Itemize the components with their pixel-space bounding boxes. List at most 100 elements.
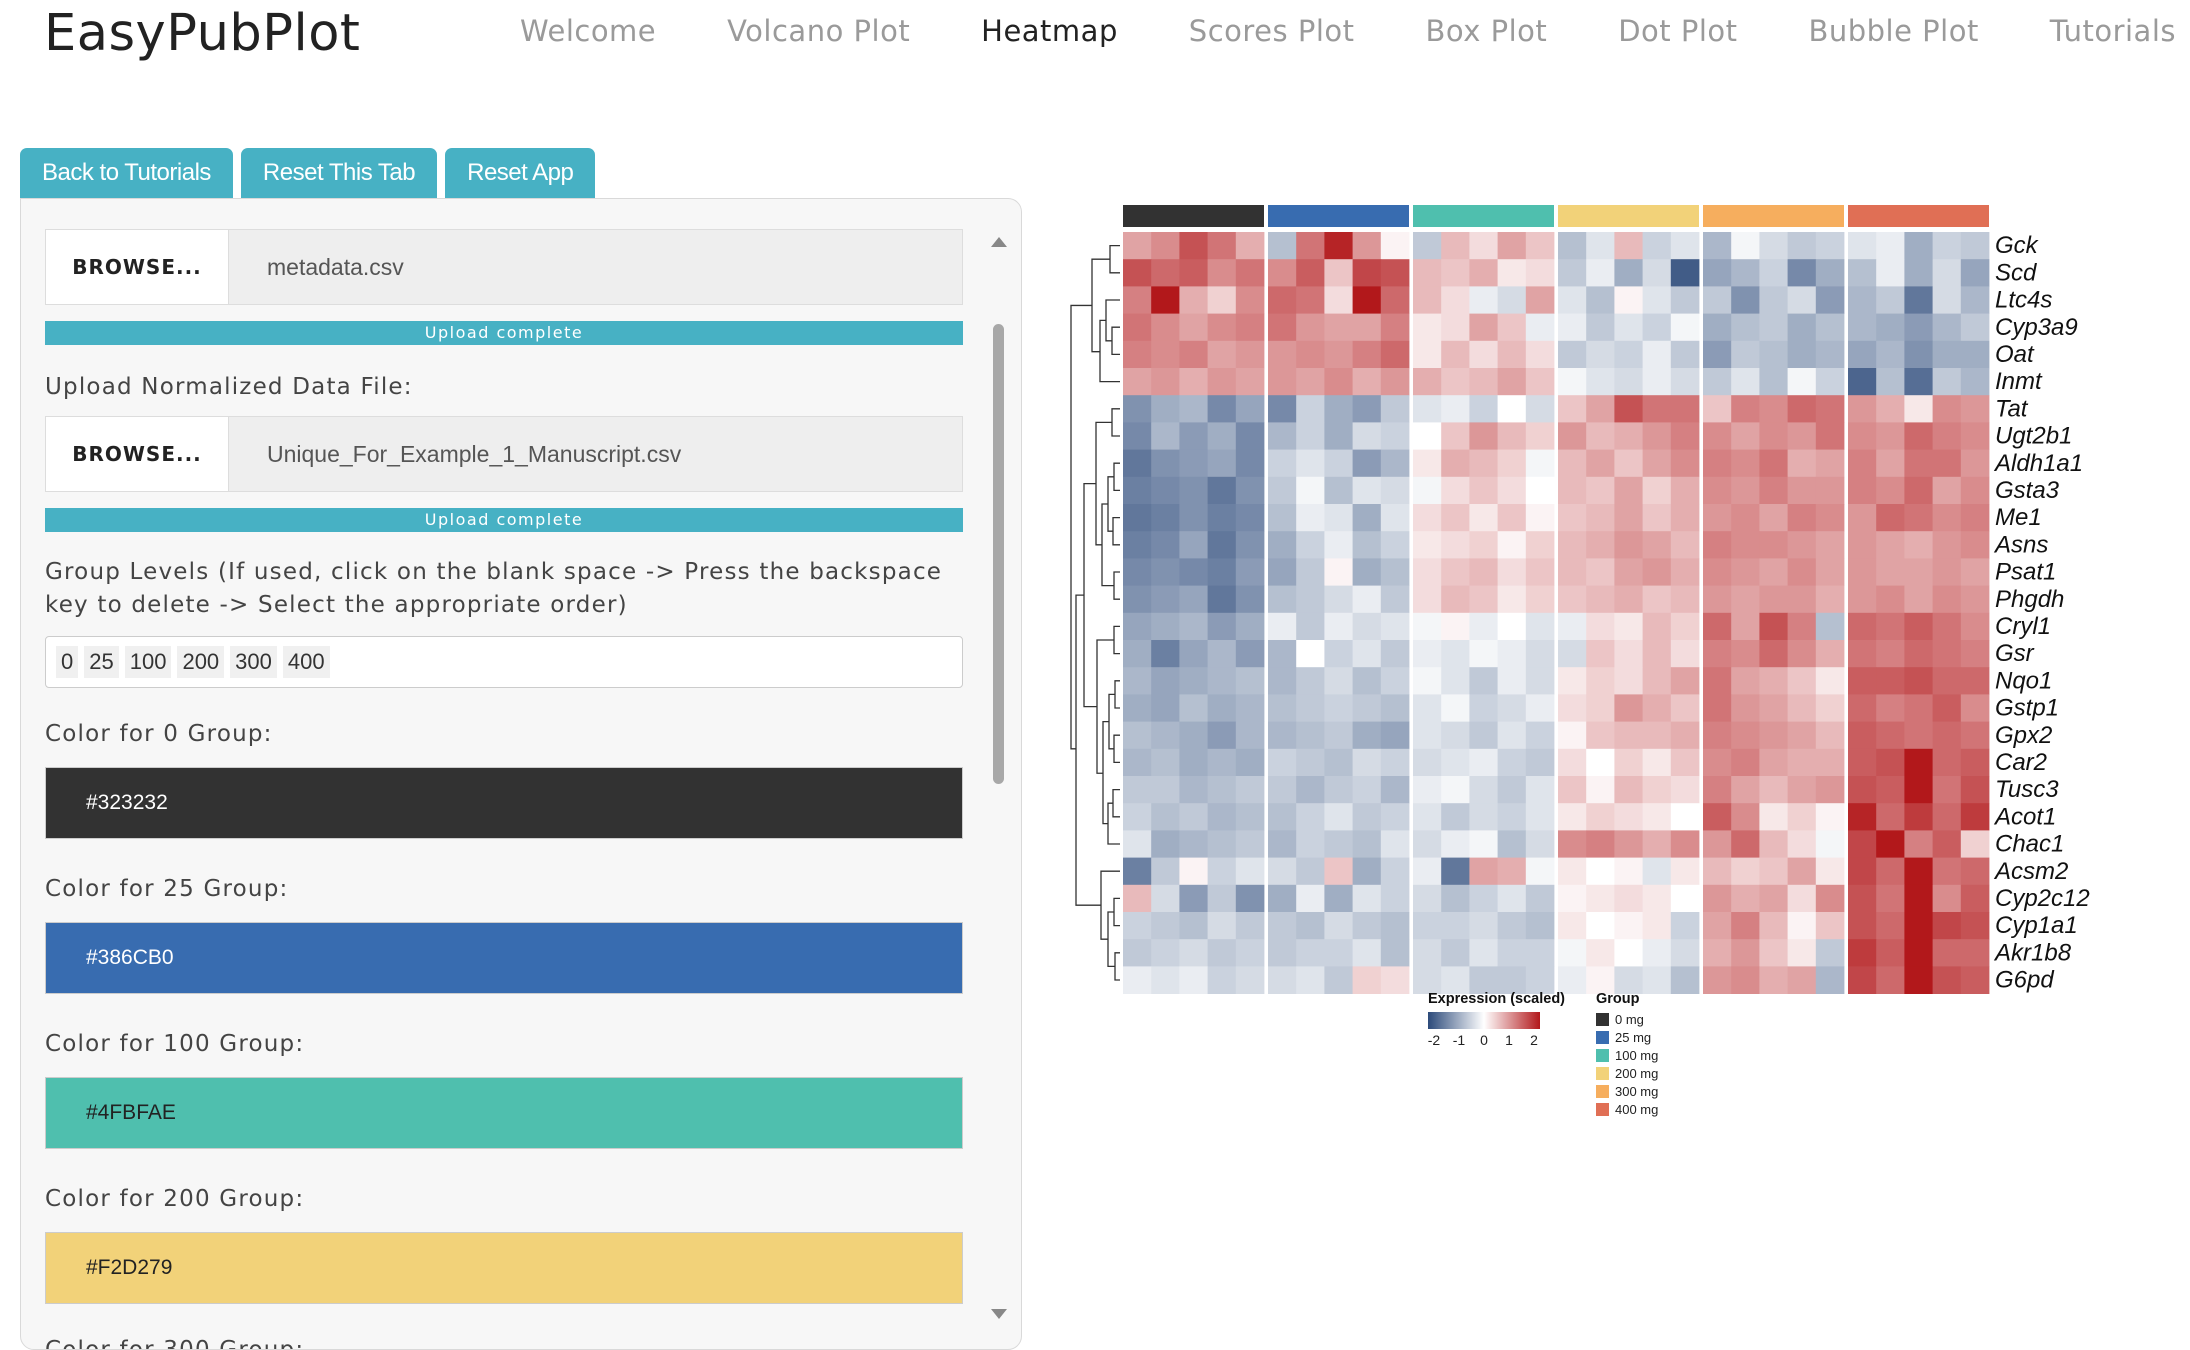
group-level-chip[interactable]: 25	[84, 646, 119, 678]
data-filename[interactable]: Unique_For_Example_1_Manuscript.csv	[229, 417, 962, 491]
heatmap-cell	[1731, 803, 1760, 831]
scroll-down-arrow-icon[interactable]	[991, 1309, 1007, 1319]
heatmap-cell	[1123, 286, 1152, 314]
heatmap-cell	[1815, 748, 1845, 777]
heatmap-cell	[1497, 531, 1527, 559]
nav-tab-volcano-plot[interactable]: Volcano Plot	[727, 14, 910, 48]
heatmap-cell	[1413, 966, 1442, 994]
heatmap-cell	[1207, 531, 1237, 559]
heatmap-cell	[1441, 966, 1470, 994]
heatmap-cell	[1960, 694, 1990, 722]
scrollbar-thumb[interactable]	[993, 324, 1004, 784]
group-level-chip[interactable]: 200	[177, 646, 225, 678]
heatmap-cell	[1441, 585, 1470, 614]
heatmap-cell	[1614, 476, 1643, 505]
heatmap-cell	[1296, 721, 1325, 750]
dendrogram-branch	[1107, 802, 1120, 845]
heatmap-cell	[1151, 667, 1180, 695]
heatmap-cell	[1525, 449, 1555, 478]
gene-label: Gsta3	[1995, 477, 2060, 504]
panel-scrollbar[interactable]	[991, 229, 1007, 1329]
heatmap-cell	[1670, 368, 1700, 396]
heatmap-cell	[1324, 449, 1353, 478]
nav-tab-scores-plot[interactable]: Scores Plot	[1189, 14, 1355, 48]
heatmap-cell	[1352, 259, 1382, 287]
nav-tab-dot-plot[interactable]: Dot Plot	[1618, 14, 1737, 48]
heatmap-cell	[1151, 286, 1180, 314]
heatmap-cell	[1441, 531, 1470, 559]
group-levels-select[interactable]: 0 25 100 200 300 400	[45, 636, 963, 688]
color-picker-input[interactable]: #4FBFAE	[45, 1077, 963, 1149]
scroll-up-arrow-icon[interactable]	[991, 237, 1007, 247]
heatmap-cell	[1525, 912, 1555, 940]
heatmap-cell	[1268, 476, 1297, 505]
heatmap-cell	[1558, 612, 1587, 641]
heatmap-cell	[1441, 422, 1470, 450]
heatmap-cell	[1759, 748, 1788, 777]
metadata-browse-button[interactable]: BROWSE...	[46, 230, 229, 304]
back-to-tutorials-button[interactable]: Back to Tutorials	[20, 148, 233, 198]
heatmap-cell	[1497, 395, 1527, 423]
reset-app-button[interactable]: Reset App	[445, 148, 596, 198]
nav-tab-welcome[interactable]: Welcome	[520, 14, 656, 48]
heatmap-cell	[1352, 966, 1382, 994]
heatmap-cell	[1759, 694, 1788, 722]
nav-tab-box-plot[interactable]: Box Plot	[1425, 14, 1547, 48]
metadata-filename[interactable]: metadata.csv	[229, 230, 962, 304]
group-level-chip[interactable]: 300	[230, 646, 277, 678]
heatmap-cell	[1642, 966, 1672, 994]
heatmap-cell	[1642, 476, 1672, 505]
heatmap-cell	[1848, 776, 1877, 804]
heatmap-cell	[1352, 640, 1382, 668]
group-level-chip[interactable]: 0	[56, 646, 79, 678]
heatmap-cell	[1469, 313, 1498, 342]
heatmap-cell	[1670, 857, 1700, 886]
heatmap-cell	[1268, 912, 1297, 940]
heatmap-cell	[1324, 422, 1353, 450]
heatmap-cell	[1586, 640, 1615, 668]
heatmap-cell	[1235, 939, 1265, 967]
heatmap-cell	[1525, 776, 1555, 804]
heatmap-cell	[1614, 313, 1643, 342]
heatmap-cell	[1497, 612, 1527, 641]
color-picker-input[interactable]: #386CB0	[45, 922, 963, 994]
heatmap-cell	[1904, 232, 1933, 260]
nav-tab-bubble-plot[interactable]: Bubble Plot	[1808, 14, 1978, 48]
heatmap-cell	[1670, 776, 1700, 804]
heatmap-cell	[1558, 449, 1587, 478]
heatmap-cell	[1380, 803, 1410, 831]
heatmap-cell	[1413, 694, 1442, 722]
heatmap-cell	[1268, 612, 1297, 641]
nav-tab-heatmap[interactable]: Heatmap	[981, 14, 1118, 48]
heatmap-cell	[1380, 912, 1410, 940]
heatmap-cell	[1876, 476, 1905, 505]
heatmap-cell	[1268, 585, 1297, 614]
heatmap-cell	[1586, 748, 1615, 777]
heatmap-cell	[1497, 259, 1527, 287]
heatmap-cell	[1525, 558, 1555, 586]
color-label: Color for 200 Group:	[45, 1186, 305, 1212]
heatmap-cell	[1123, 640, 1152, 668]
heatmap-cell	[1848, 232, 1877, 260]
heatmap-cell	[1123, 259, 1152, 287]
heatmap-cell	[1876, 449, 1905, 478]
heatmap-cell	[1413, 721, 1442, 750]
color-picker-input[interactable]: #323232	[45, 767, 963, 839]
heatmap-cell	[1815, 313, 1845, 342]
group-level-chip[interactable]: 400	[282, 646, 330, 678]
color-picker-input[interactable]: #F2D279	[45, 1232, 963, 1304]
group-level-chip[interactable]: 100	[124, 646, 172, 678]
gene-label: Akr1b8	[1993, 939, 2072, 966]
heatmap-cell	[1876, 884, 1905, 913]
heatmap-cell	[1642, 395, 1672, 423]
heatmap-cell	[1441, 721, 1470, 750]
group-annotation-bar	[1413, 205, 1554, 227]
heatmap-cell	[1876, 368, 1905, 396]
nav-tab-tutorials[interactable]: Tutorials	[2050, 14, 2176, 48]
heatmap-cell	[1324, 776, 1353, 804]
reset-tab-button[interactable]: Reset This Tab	[240, 148, 438, 198]
heatmap-cell	[1380, 313, 1410, 342]
heatmap-cell	[1296, 259, 1325, 287]
data-browse-button[interactable]: BROWSE...	[46, 417, 229, 491]
heatmap-cell	[1558, 558, 1587, 586]
